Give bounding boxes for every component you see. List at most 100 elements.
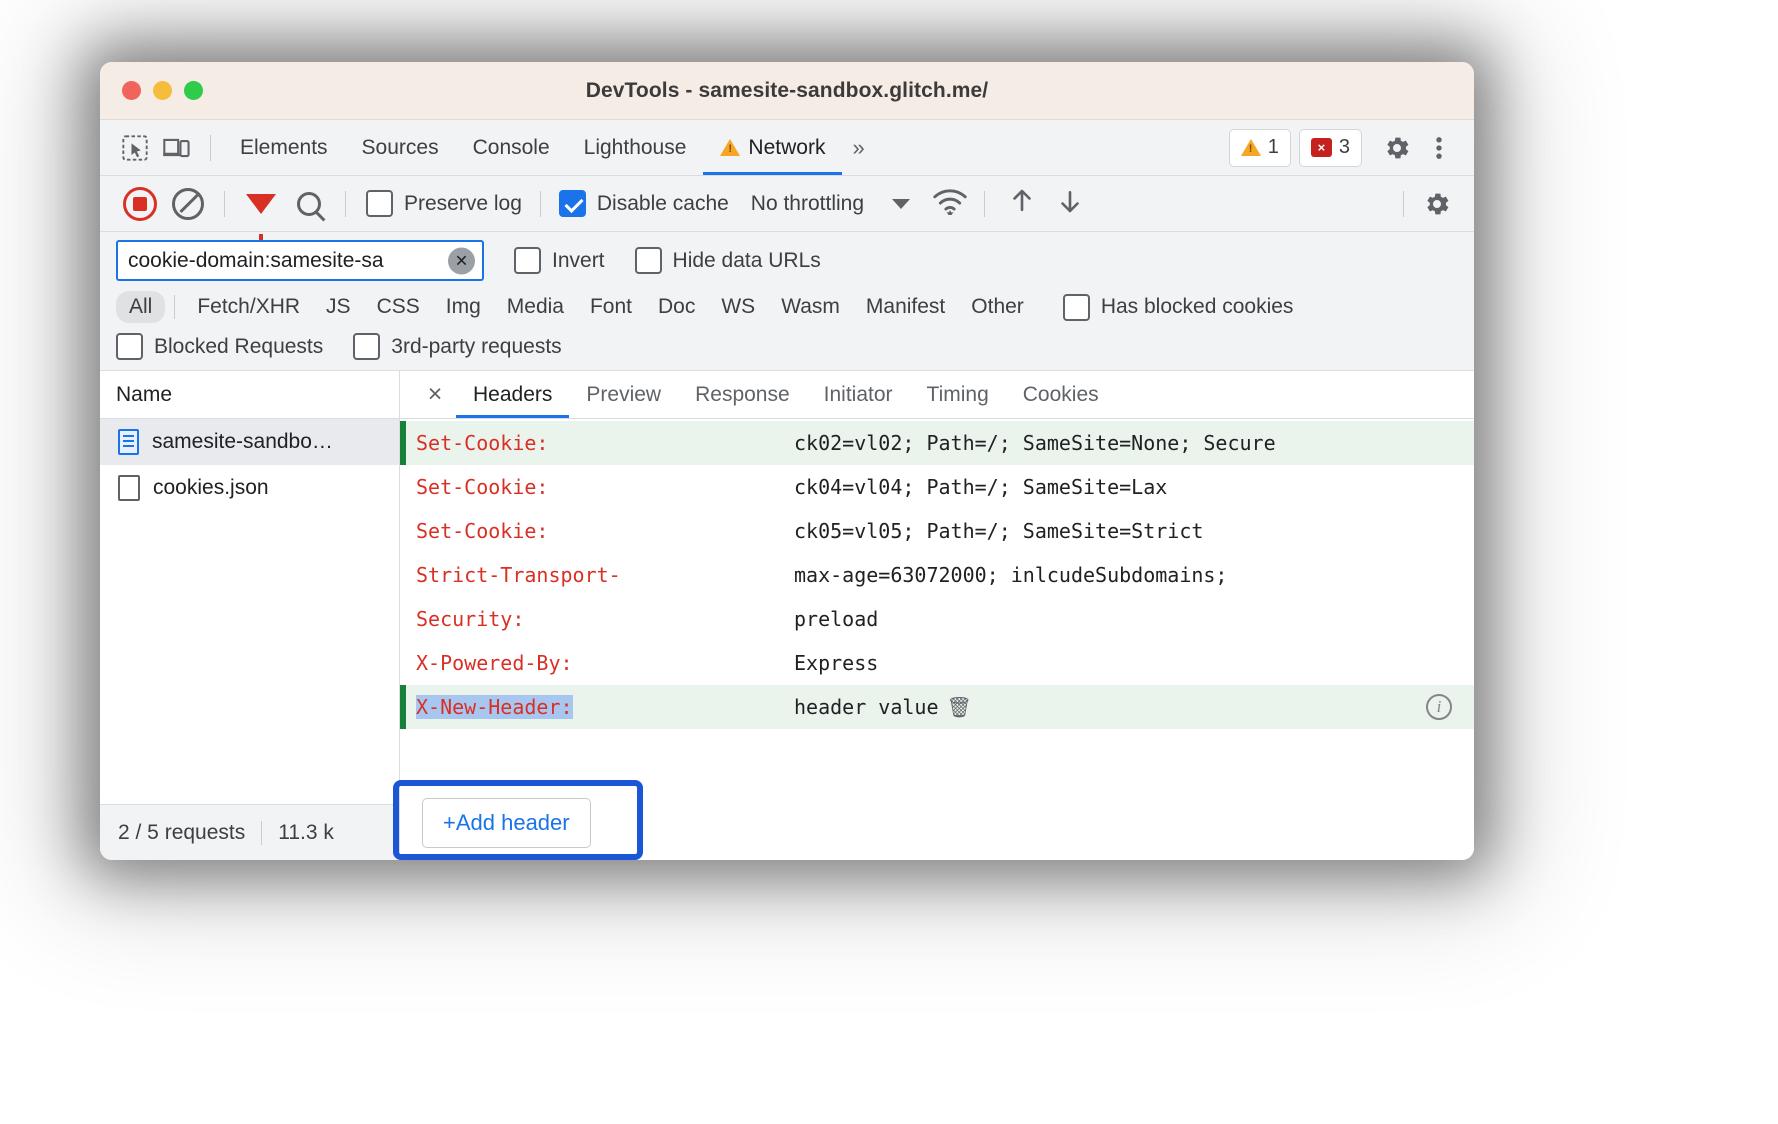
search-input[interactable]: cookie-domain:samesite-sa ×: [116, 240, 484, 281]
more-tabs-icon[interactable]: »: [842, 135, 871, 161]
invert-checkbox[interactable]: Invert: [514, 247, 605, 274]
tab-elements[interactable]: Elements: [223, 121, 345, 175]
window-controls: [122, 81, 203, 100]
close-icon[interactable]: ×: [414, 380, 456, 409]
type-filter-js[interactable]: JS: [313, 291, 364, 323]
tab-sources[interactable]: Sources: [345, 121, 456, 175]
tab-response[interactable]: Response: [678, 371, 807, 418]
chevron-down-icon[interactable]: [892, 199, 910, 209]
add-header-row: +Add header: [400, 786, 1474, 860]
request-row-cookies-json[interactable]: cookies.json: [100, 465, 399, 511]
error-count-label: 3: [1339, 136, 1350, 159]
header-value[interactable]: max-age=63072000; inlcudeSubdomains; pre…: [794, 553, 1474, 641]
header-value[interactable]: ck05=vl05; Path=/; SameSite=Strict: [794, 509, 1474, 553]
type-filter-img[interactable]: Img: [433, 291, 494, 323]
network-conditions-icon[interactable]: [932, 187, 968, 220]
header-row-new[interactable]: X-New-Header: header value🗑 i: [400, 685, 1474, 729]
header-row[interactable]: Set-Cookie: ck02=vl02; Path=/; SameSite=…: [400, 421, 1474, 465]
header-value[interactable]: header value🗑: [794, 685, 1474, 729]
inspect-element-icon[interactable]: [114, 129, 156, 167]
type-filter-fetch-xhr[interactable]: Fetch/XHR: [184, 291, 313, 323]
requests-pane: Name samesite-sandbo… cookies.json 2 / 5…: [100, 371, 400, 860]
hide-data-urls-checkbox[interactable]: Hide data URLs: [635, 247, 821, 274]
toolbar-divider: [224, 191, 225, 217]
error-count-badge[interactable]: × 3: [1299, 129, 1362, 167]
filter-row-primary: cookie-domain:samesite-sa × Invert Hide …: [116, 240, 1458, 281]
warning-count-badge[interactable]: 1: [1229, 129, 1291, 167]
export-har-icon[interactable]: [1055, 186, 1085, 221]
preserve-log-label: Preserve log: [404, 192, 522, 216]
warning-triangle-icon: [720, 139, 740, 156]
tab-label: Network: [748, 136, 825, 160]
network-status-bar: 2 / 5 requests 11.3 k: [100, 804, 399, 860]
clear-icon[interactable]: [164, 185, 212, 223]
header-row[interactable]: Set-Cookie: ck05=vl05; Path=/; SameSite=…: [400, 509, 1474, 553]
throttling-select[interactable]: No throttling: [751, 192, 864, 216]
close-window-button[interactable]: [122, 81, 141, 100]
preserve-log-checkbox[interactable]: Preserve log: [366, 190, 522, 217]
device-toolbar-icon[interactable]: [156, 129, 198, 167]
type-filter-ws[interactable]: WS: [708, 291, 768, 323]
record-stop-icon[interactable]: [116, 185, 164, 223]
tab-initiator[interactable]: Initiator: [807, 371, 910, 418]
type-filter-font[interactable]: Font: [577, 291, 645, 323]
tab-timing[interactable]: Timing: [910, 371, 1006, 418]
tab-lighthouse[interactable]: Lighthouse: [567, 121, 704, 175]
filter-funnel-icon[interactable]: [237, 185, 285, 223]
header-name-selected-text: X-New-Header:: [416, 695, 573, 719]
type-filter-wasm[interactable]: Wasm: [768, 291, 853, 323]
kebab-menu-icon[interactable]: [1418, 129, 1460, 167]
close-icon[interactable]: ×: [448, 247, 475, 274]
header-value[interactable]: Express: [794, 641, 1474, 685]
warning-triangle-icon: [1241, 139, 1261, 156]
trash-icon[interactable]: 🗑: [947, 695, 972, 719]
tab-console[interactable]: Console: [456, 121, 567, 175]
header-name[interactable]: X-New-Header:: [416, 685, 794, 729]
tab-preview[interactable]: Preview: [569, 371, 678, 418]
checkbox-box: [116, 333, 143, 360]
request-name: samesite-sandbo…: [152, 430, 333, 454]
header-name: Set-Cookie:: [416, 465, 794, 509]
requests-column-header: Name: [100, 371, 399, 419]
type-filter-css[interactable]: CSS: [364, 291, 433, 323]
maximize-window-button[interactable]: [184, 81, 203, 100]
tab-label: Lighthouse: [584, 136, 687, 160]
warning-count-label: 1: [1268, 136, 1279, 159]
gear-icon[interactable]: [1376, 129, 1418, 167]
search-icon[interactable]: [285, 185, 333, 223]
tab-headers[interactable]: Headers: [456, 371, 569, 418]
minimize-window-button[interactable]: [153, 81, 172, 100]
has-blocked-cookies-checkbox[interactable]: Has blocked cookies: [1063, 294, 1294, 321]
type-filter-doc[interactable]: Doc: [645, 291, 708, 323]
header-row[interactable]: Set-Cookie: ck04=vl04; Path=/; SameSite=…: [400, 465, 1474, 509]
header-value[interactable]: ck04=vl04; Path=/; SameSite=Lax: [794, 465, 1474, 509]
third-party-requests-checkbox[interactable]: 3rd-party requests: [353, 333, 561, 360]
request-name: cookies.json: [153, 476, 269, 500]
tab-cookies[interactable]: Cookies: [1006, 371, 1116, 418]
header-value[interactable]: ck02=vl02; Path=/; SameSite=None; Secure: [794, 421, 1474, 465]
type-filter-other[interactable]: Other: [958, 291, 1037, 323]
json-file-icon: [118, 475, 140, 501]
gear-icon[interactable]: [1416, 185, 1458, 223]
info-icon[interactable]: i: [1426, 694, 1452, 720]
header-row[interactable]: Strict-Transport- Security: max-age=6307…: [400, 553, 1474, 641]
add-header-button[interactable]: +Add header: [422, 798, 591, 848]
type-filter-manifest[interactable]: Manifest: [853, 291, 958, 323]
header-name: Set-Cookie:: [416, 421, 794, 465]
status-divider: [261, 821, 262, 845]
header-row[interactable]: X-Powered-By: Express: [400, 641, 1474, 685]
header-name: Strict-Transport- Security:: [416, 553, 794, 641]
tab-network[interactable]: Network: [703, 121, 842, 175]
blocked-requests-checkbox[interactable]: Blocked Requests: [116, 333, 323, 360]
type-filter-media[interactable]: Media: [494, 291, 577, 323]
window-title: DevTools - samesite-sandbox.glitch.me/: [100, 79, 1474, 103]
window-title-bar: DevTools - samesite-sandbox.glitch.me/: [100, 62, 1474, 120]
disable-cache-checkbox[interactable]: Disable cache: [559, 190, 729, 217]
detail-pane: × Headers Preview Response Initiator Tim…: [400, 371, 1474, 860]
has-blocked-cookies-label: Has blocked cookies: [1101, 295, 1294, 319]
import-har-icon[interactable]: [1007, 186, 1037, 221]
type-filter-all[interactable]: All: [116, 291, 165, 323]
toolbar-divider: [984, 191, 985, 217]
transferred-size-label: 11.3 k: [278, 821, 334, 845]
request-row-samesite-sandbox[interactable]: samesite-sandbo…: [100, 419, 399, 465]
